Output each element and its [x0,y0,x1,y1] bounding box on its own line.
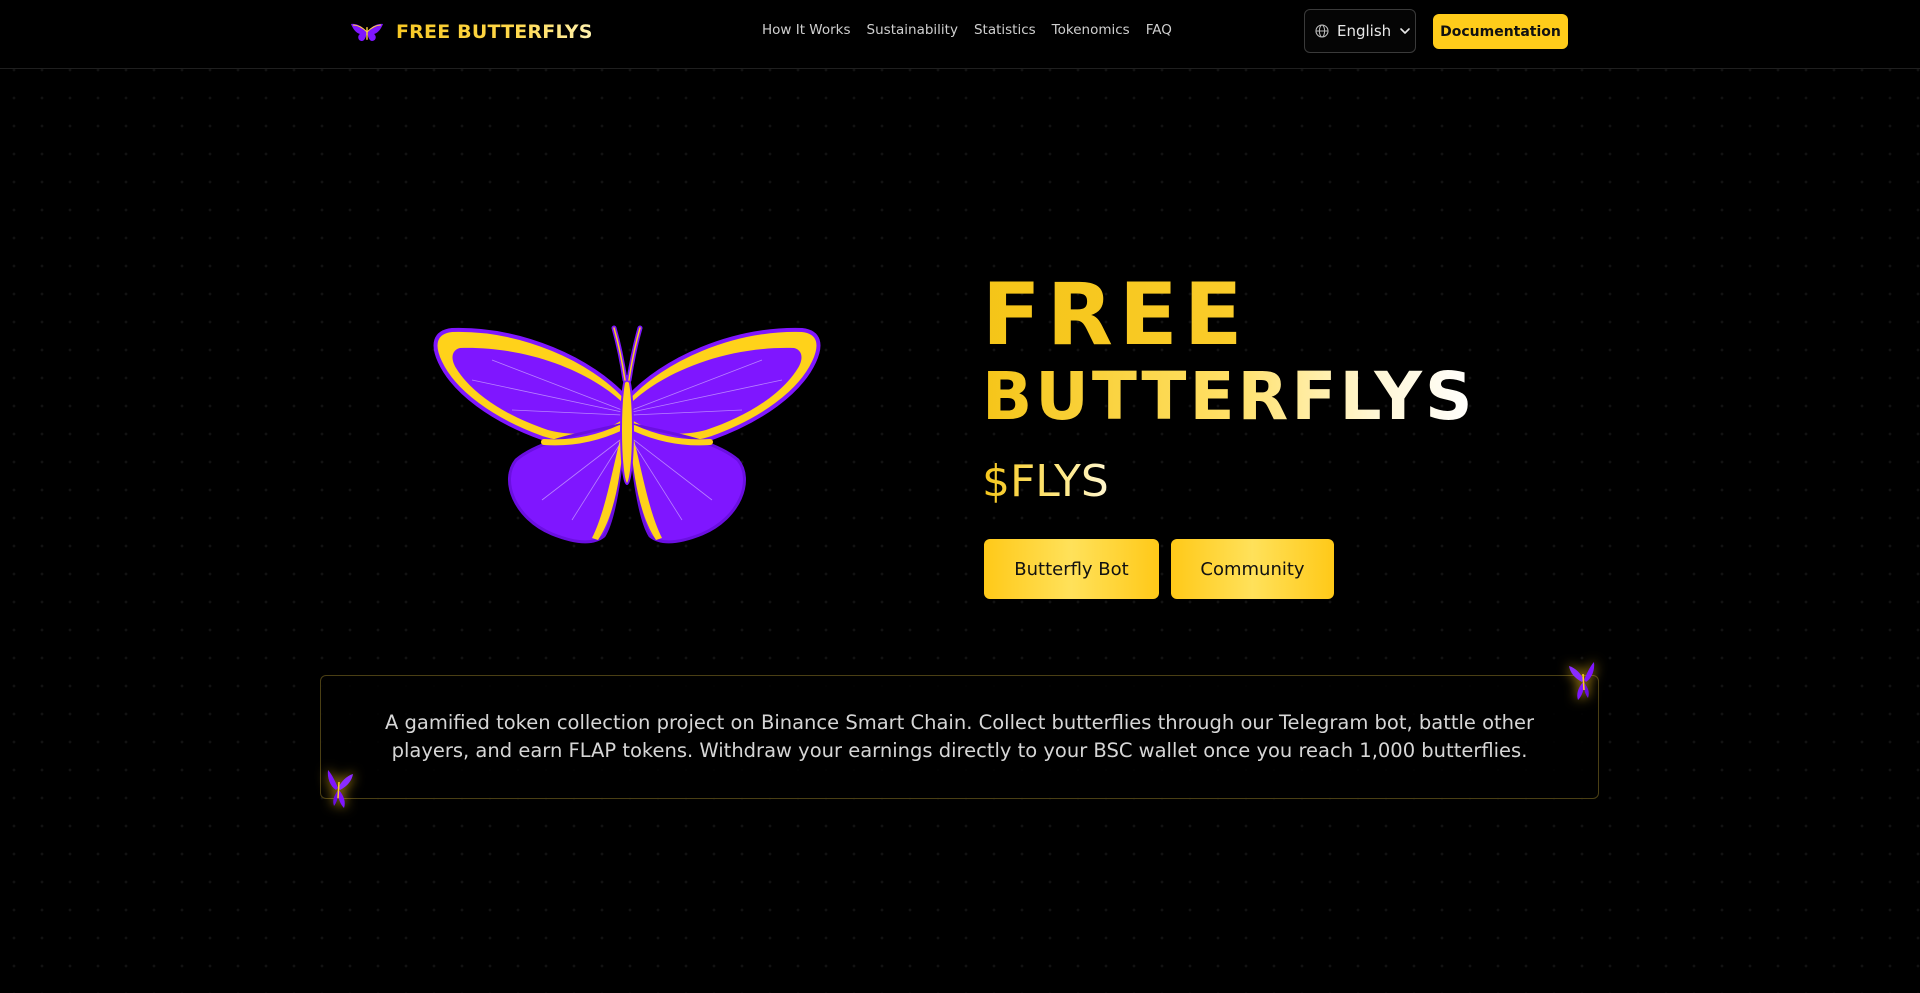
language-selector[interactable]: English [1304,9,1416,53]
community-button[interactable]: Community [1171,539,1334,599]
butterfly-bot-button[interactable]: Butterfly Bot [984,539,1159,599]
token-ticker: $FLYS [982,456,1109,507]
butterfly-icon [1569,662,1595,700]
language-label: English [1337,22,1392,40]
nav-statistics[interactable]: Statistics [974,22,1036,38]
hero-title: FREE BUTTERFLYS [982,272,1476,430]
nav-tokenomics[interactable]: Tokenomics [1052,22,1130,38]
description-text: A gamified token collection project on B… [384,711,1535,762]
nav-sustainability[interactable]: Sustainability [867,22,958,38]
description-card: A gamified token collection project on B… [320,675,1599,799]
brand-logo[interactable]: FREE BUTTERFLYS [350,18,593,46]
globe-icon [1315,24,1329,38]
hero-title-line2: BUTTERFLYS [982,358,1476,435]
butterfly-icon [327,770,353,808]
chevron-down-icon [1400,28,1410,34]
site-header: FREE BUTTERFLYS How It Works Sustainabil… [0,0,1920,69]
hero-butterfly-illustration [433,325,821,544]
nav-how-it-works[interactable]: How It Works [762,22,851,38]
main-nav: How It Works Sustainability Statistics T… [762,22,1188,38]
hero-title-line1: FREE [982,272,1476,358]
nav-faq[interactable]: FAQ [1146,22,1172,38]
brand-name: FREE BUTTERFLYS [396,21,593,43]
butterfly-icon [351,23,383,41]
documentation-button[interactable]: Documentation [1433,14,1568,49]
